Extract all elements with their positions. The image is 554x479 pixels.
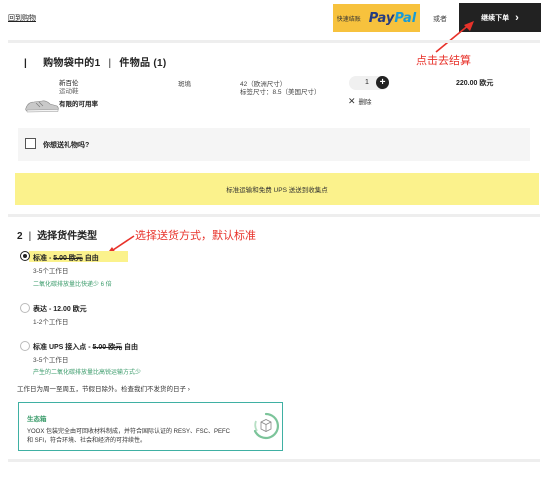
gift-option-panel xyxy=(18,128,530,161)
close-icon: ✕ xyxy=(348,96,356,106)
paypal-checkout-button[interactable]: 快速结账 PayPal xyxy=(333,4,420,32)
option-ups-label[interactable]: 标准 UPS 接入点 - 5.00 欧元 自由 xyxy=(33,342,138,352)
radio-standard[interactable] xyxy=(20,251,30,261)
paypal-logo-pay: Pay xyxy=(368,10,395,26)
option-standard-prefix: 标准 - xyxy=(33,255,54,262)
option-express-prefix: 表达 - 12.00 欧元 xyxy=(33,306,87,313)
eco-box-text-line2: 和 SFI，符合环境、社会和经济的可持续性。 xyxy=(27,438,147,444)
paypal-logo-pal: Pal xyxy=(394,10,417,26)
sneaker-image[interactable] xyxy=(24,96,60,114)
bag-title-count: 购物袋中的1 xyxy=(43,58,101,69)
annotation-shipping: 选择送货方式，默认标准 xyxy=(135,229,256,242)
gift-label[interactable]: 你想送礼物吗? xyxy=(43,140,89,150)
paypal-prefix: 快速结账 xyxy=(336,16,361,23)
option-ups-suffix: 自由 xyxy=(122,344,139,351)
option-standard-old-price: 5.00 欧元 xyxy=(53,255,83,262)
quantity-plus-button[interactable]: + xyxy=(376,76,389,89)
option-express-label[interactable]: 表达 - 12.00 欧元 xyxy=(33,304,87,314)
option-standard-days: 3-5个工作日 xyxy=(33,268,69,275)
divider xyxy=(8,214,540,217)
divider xyxy=(8,40,540,43)
shipping-banner: 标准运输和免费 UPS 送送到收集点 xyxy=(15,173,539,205)
option-ups-days: 3-5个工作日 xyxy=(33,357,69,364)
stock-note: 有限的可用率 xyxy=(59,101,98,108)
radio-ups-access-point[interactable] xyxy=(20,341,30,351)
option-ups-co2: 产生的二氧化碳排放量比高锐运输方式少 xyxy=(33,370,142,376)
annotation-checkout: 点击去结算 xyxy=(416,54,471,67)
shipping-step-number: 2 xyxy=(17,231,23,242)
product-color: 斑塢 xyxy=(178,81,191,88)
shipping-section-title: 2 | 选择货件类型 xyxy=(17,227,97,242)
workdays-note-link[interactable]: 工作日为周一至周五，节假日除外。检查我们不发货的日子 › xyxy=(17,383,190,393)
option-ups-prefix: 标准 UPS 接入点 - xyxy=(33,344,93,351)
checkout-label: 继续下单 xyxy=(481,14,510,22)
bag-title: | 购物袋中的1 | 件物品 (1) xyxy=(24,54,167,69)
quantity-value: 1 xyxy=(365,79,369,86)
bag-title-bar: | xyxy=(24,58,28,69)
eco-box-icon xyxy=(253,412,279,440)
radio-express[interactable] xyxy=(20,303,30,313)
divider xyxy=(8,459,540,462)
paypal-logo: PayPal xyxy=(369,11,416,26)
remove-item-button[interactable]: ✕ 删除 xyxy=(348,96,372,107)
eco-box-text-line1: YOOX 包装完全由可回收材料制成，并符合国际认证的 RESY、FSC、PEFC xyxy=(27,429,231,435)
eco-box-title: 生态箱 xyxy=(27,416,47,423)
bag-title-items: 件物品 (1) xyxy=(119,58,167,69)
option-ups-old-price: 5.00 欧元 xyxy=(92,344,123,351)
product-size-us: 标签尺寸：8.5（美国尺寸） xyxy=(240,89,321,96)
shipping-banner-text: 标准运输和免费 UPS 送送到收集点 xyxy=(226,187,328,194)
product-type: 运动鞋 xyxy=(59,88,79,95)
shipping-title-sep: | xyxy=(28,231,32,242)
option-standard-suffix: 自由 xyxy=(82,255,99,262)
option-standard-label[interactable]: 标准 - 5.00 欧元 自由 xyxy=(33,253,99,263)
bag-title-sep: | xyxy=(108,58,112,69)
shipping-title-text: 选择货件类型 xyxy=(37,231,98,242)
back-to-shopping-link[interactable]: 回到购物 xyxy=(8,13,36,23)
option-express-days: 1-2个工作日 xyxy=(33,319,69,326)
remove-label: 删除 xyxy=(358,99,372,106)
product-price: 220.00 欧元 xyxy=(456,80,494,87)
gift-checkbox[interactable] xyxy=(25,138,36,149)
chevron-right-icon: › xyxy=(515,11,519,24)
option-standard-co2: 二氧化碳排放量比快递少 6 倍 xyxy=(33,282,112,288)
